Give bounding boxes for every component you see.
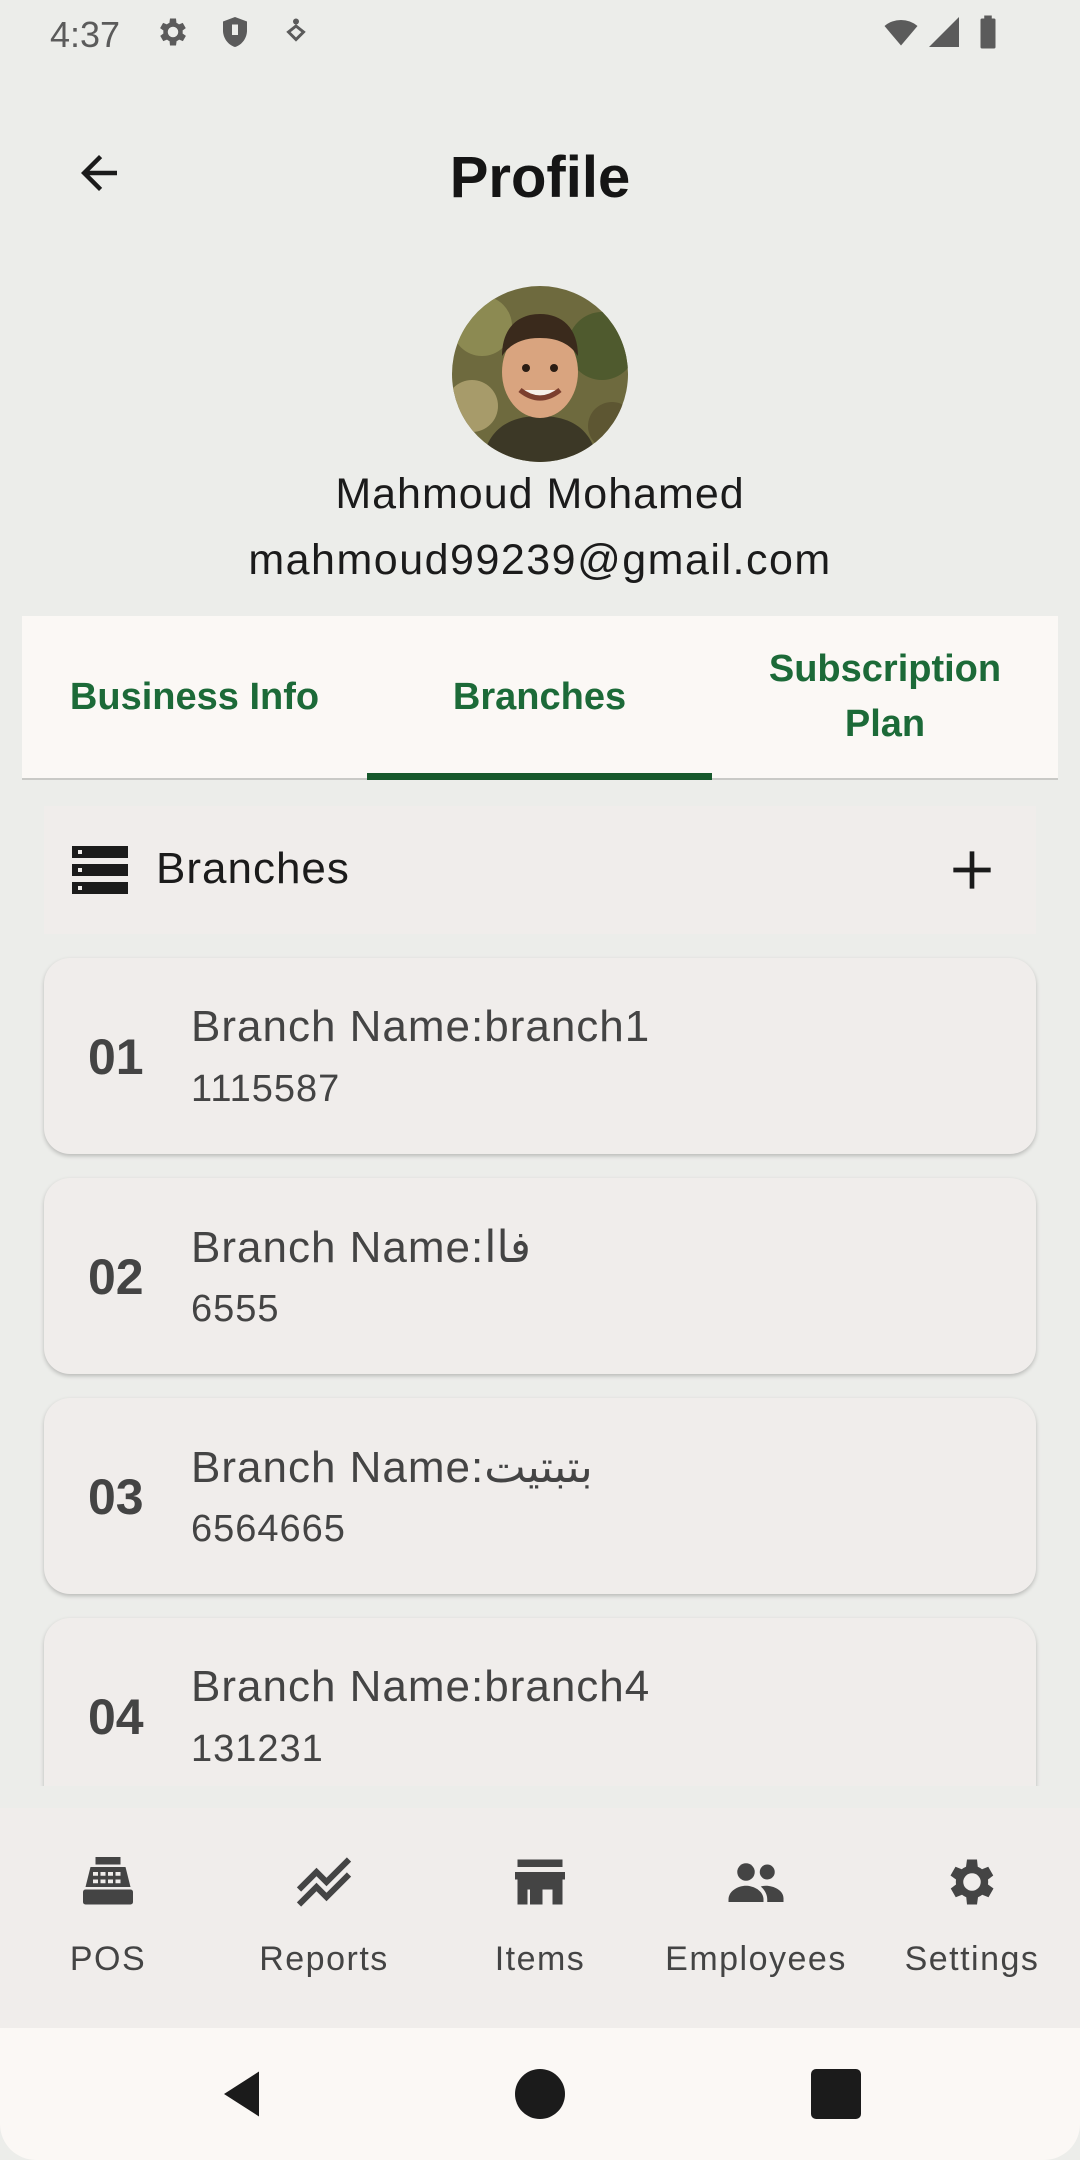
branch-number: 01 <box>88 1029 144 1085</box>
circle-home-icon <box>515 2069 565 2119</box>
branch-code: 6564665 <box>191 1508 346 1550</box>
nav-reports[interactable]: Reports <box>216 1808 432 2028</box>
nav-label: POS <box>69 1940 147 1978</box>
system-home-button[interactable] <box>510 2064 570 2124</box>
triangle-back-icon <box>224 2071 259 2117</box>
branch-card[interactable]: 03 Branch Name:بتبتيت 6564665 <box>44 1398 1036 1594</box>
nav-label: Reports <box>259 1940 389 1978</box>
profile-screen: 4:37 Profile Mahmoud Mohamed mahmoud9923… <box>0 0 1080 2160</box>
tab-subscription-plan-label: Subscription Plan <box>768 648 1002 745</box>
store-icon <box>510 1852 570 1912</box>
people-icon <box>726 1852 786 1912</box>
tab-indicator <box>367 773 712 780</box>
branch-code: 131231 <box>191 1728 324 1770</box>
battery-icon <box>976 14 1000 50</box>
section-title: Branches <box>156 844 350 893</box>
tab-branches[interactable]: Branches <box>367 616 712 778</box>
branch-card[interactable]: 02 Branch Name:فاا 6555 <box>44 1178 1036 1374</box>
branch-number: 02 <box>88 1249 144 1305</box>
branch-code: 6555 <box>191 1288 280 1330</box>
system-nav-bar <box>0 2028 1080 2160</box>
square-recents-icon <box>811 2069 861 2119</box>
status-bar: 4:37 <box>0 0 1080 66</box>
accessibility-icon <box>278 14 314 50</box>
gear-icon <box>942 1852 1002 1912</box>
nav-label: Employees <box>665 1940 847 1978</box>
user-email: mahmoud99239@gmail.com <box>248 536 832 584</box>
signal-icon <box>926 14 962 50</box>
status-time: 4:37 <box>50 14 121 55</box>
nav-pos[interactable]: POS <box>0 1808 216 2028</box>
branch-name: Branch Name:branch4 <box>191 1662 651 1711</box>
branch-list[interactable]: 01 Branch Name:branch1 1115587 02 Branch… <box>0 934 1080 1786</box>
list-icon <box>72 846 128 894</box>
branches-header: Branches <box>44 806 1036 934</box>
cash-register-icon <box>78 1852 138 1912</box>
add-branch-button[interactable] <box>944 842 1000 898</box>
branch-card[interactable]: 04 Branch Name:branch4 131231 <box>44 1618 1036 1786</box>
wifi-icon <box>880 14 922 50</box>
user-name: Mahmoud Mohamed <box>335 470 745 518</box>
branch-name: Branch Name:فاا <box>191 1223 531 1272</box>
gear-icon <box>155 14 191 50</box>
tab-business-info[interactable]: Business Info <box>22 616 367 778</box>
shield-icon <box>217 14 253 50</box>
page-title: Profile <box>449 145 631 210</box>
branch-number: 03 <box>88 1469 144 1525</box>
system-back-button[interactable] <box>214 2064 274 2124</box>
plus-icon <box>953 851 991 889</box>
branch-number: 04 <box>88 1689 144 1745</box>
tab-subscription-plan[interactable]: Subscription Plan <box>712 616 1058 778</box>
nav-employees[interactable]: Employees <box>648 1808 864 2028</box>
branch-name: Branch Name:بتبتيت <box>191 1443 593 1492</box>
system-recents-button[interactable] <box>806 2064 866 2124</box>
branch-name: Branch Name:branch1 <box>191 1002 651 1051</box>
avatar[interactable] <box>452 286 628 462</box>
trend-icon <box>294 1852 354 1912</box>
branch-code: 1115587 <box>191 1068 341 1110</box>
profile-tabs: Business Info Branches Subscription Plan <box>22 616 1058 780</box>
nav-label: Items <box>494 1940 586 1978</box>
bottom-nav: POS Reports Items Employees Settings <box>0 1808 1080 2028</box>
nav-label: Settings <box>904 1940 1040 1978</box>
nav-settings[interactable]: Settings <box>864 1808 1080 2028</box>
nav-items[interactable]: Items <box>432 1808 648 2028</box>
branch-card[interactable]: 01 Branch Name:branch1 1115587 <box>44 958 1036 1154</box>
